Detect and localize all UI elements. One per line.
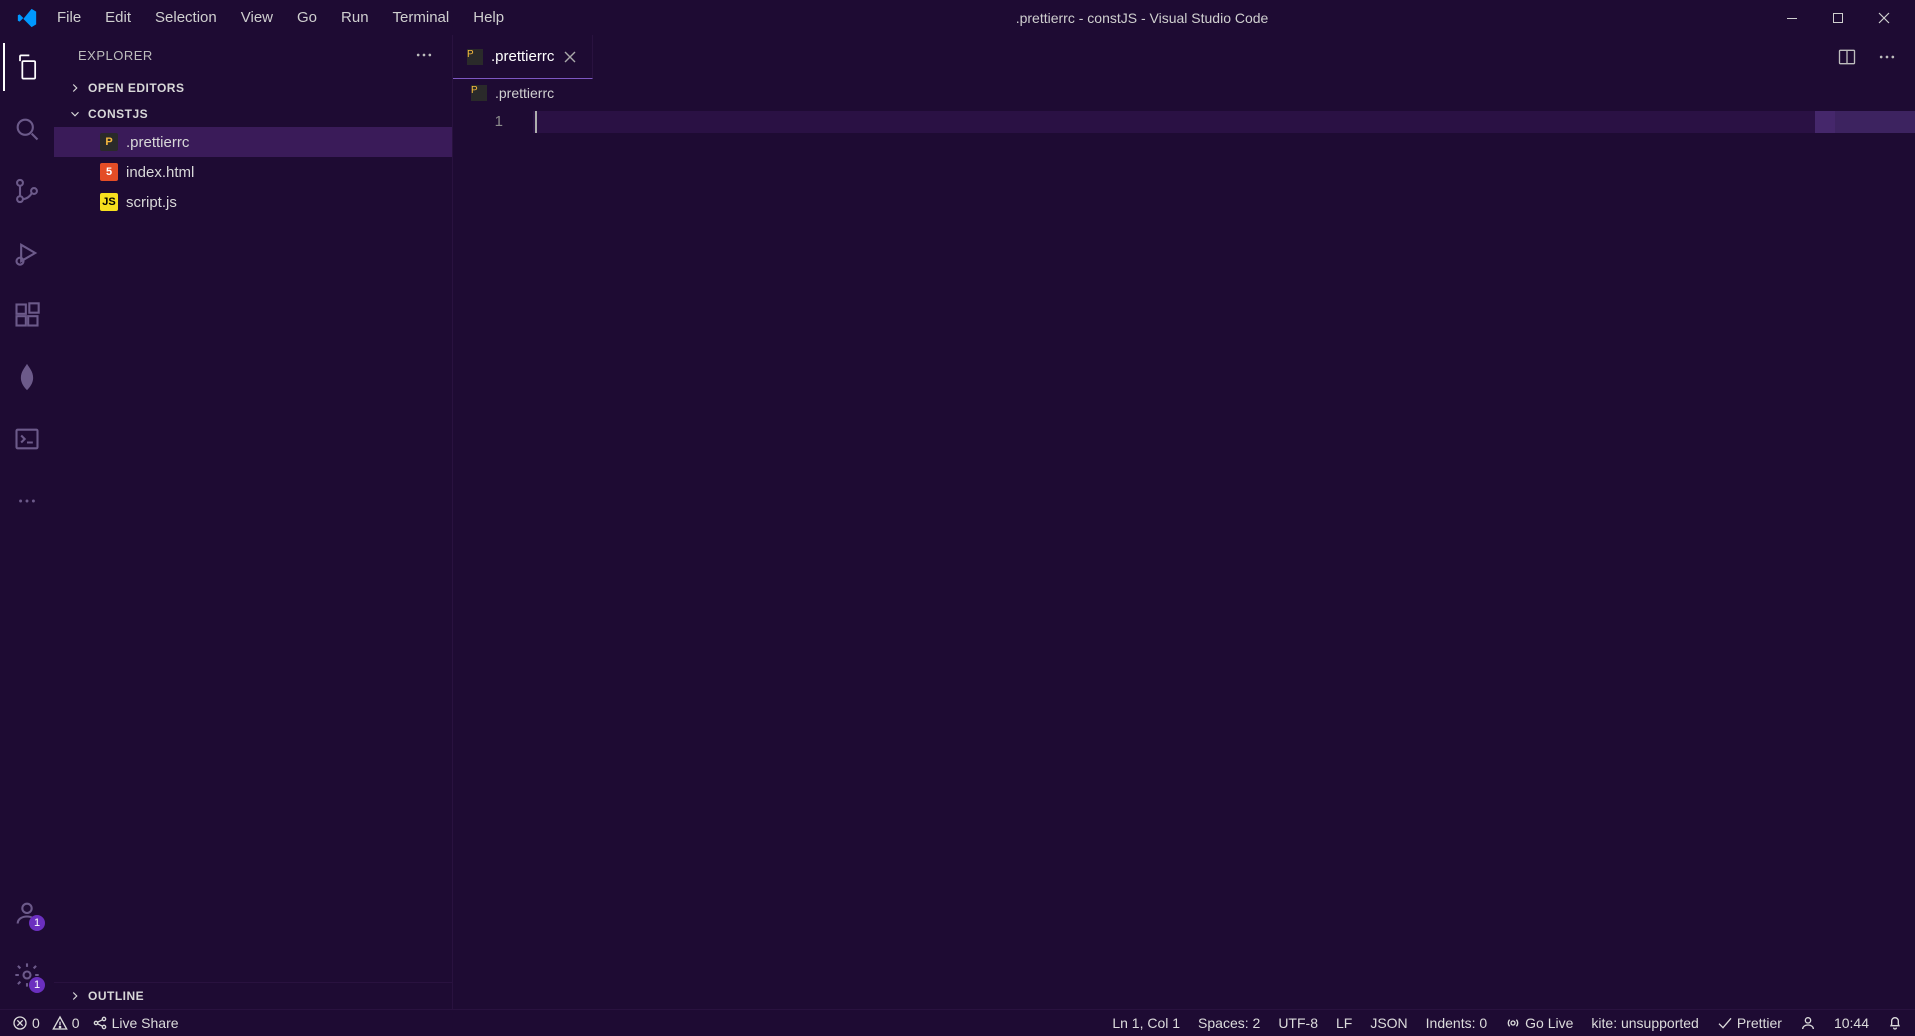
section-outline[interactable]: OUTLINE [54, 982, 452, 1009]
js-file-icon: JS [100, 193, 118, 211]
tab-label: .prettierrc [491, 48, 554, 65]
menubar: File Edit Selection View Go Run Terminal… [46, 0, 515, 35]
window-controls [1769, 2, 1907, 34]
activity-more[interactable] [3, 477, 51, 525]
tab-prettierrc[interactable]: P .prettierrc [453, 35, 593, 79]
menu-run[interactable]: Run [330, 5, 380, 30]
activity-terminal-ext[interactable] [3, 415, 51, 463]
breadcrumbs[interactable]: P .prettierrc [453, 79, 1915, 107]
menu-selection[interactable]: Selection [144, 5, 228, 30]
statusbar: 0 0 Live Share Ln 1, Col 1 Spaces: 2 UTF… [0, 1009, 1915, 1036]
chevron-down-icon [68, 107, 82, 121]
activity-source-control[interactable] [3, 167, 51, 215]
close-button[interactable] [1861, 2, 1907, 34]
status-kite[interactable]: kite: unsupported [1591, 1015, 1698, 1031]
status-go-live-label: Go Live [1525, 1015, 1573, 1031]
file-tree: P .prettierrc 5 index.html JS script.js [54, 127, 452, 982]
activity-mongodb[interactable] [3, 353, 51, 401]
prettier-file-icon: P [471, 85, 487, 101]
current-line-highlight [533, 111, 1835, 133]
accounts-badge: 1 [29, 915, 45, 931]
status-errors-count: 0 [32, 1015, 40, 1031]
chevron-right-icon [68, 989, 82, 1003]
activity-run-debug[interactable] [3, 229, 51, 277]
activity-settings[interactable]: 1 [3, 951, 51, 999]
activity-explorer[interactable] [3, 43, 51, 91]
activity-bar: 1 1 [0, 35, 54, 1009]
editor-body[interactable]: 1 [453, 107, 1915, 1009]
status-feedback[interactable] [1800, 1015, 1816, 1031]
activity-accounts[interactable]: 1 [3, 889, 51, 937]
prettier-file-icon: P [100, 133, 118, 151]
section-outline-label: OUTLINE [88, 989, 144, 1003]
section-folder-label: CONSTJS [88, 107, 148, 121]
breadcrumb-item: .prettierrc [495, 85, 554, 101]
sidebar-more-icon[interactable] [414, 45, 434, 65]
file-item-label: .prettierrc [126, 134, 189, 151]
status-prettier[interactable]: Prettier [1717, 1015, 1782, 1031]
status-warnings[interactable]: 0 [52, 1015, 80, 1031]
status-errors[interactable]: 0 [12, 1015, 40, 1031]
status-bell-icon[interactable] [1887, 1015, 1903, 1031]
split-editor-icon[interactable] [1833, 43, 1861, 71]
status-indentation[interactable]: Spaces: 2 [1198, 1015, 1260, 1031]
status-prettier-label: Prettier [1737, 1015, 1782, 1031]
window-title: .prettierrc - constJS - Visual Studio Co… [515, 10, 1769, 26]
status-indents[interactable]: Indents: 0 [1426, 1015, 1488, 1031]
status-warnings-count: 0 [72, 1015, 80, 1031]
status-encoding[interactable]: UTF-8 [1278, 1015, 1318, 1031]
menu-edit[interactable]: Edit [94, 5, 142, 30]
file-item-index-html[interactable]: 5 index.html [54, 157, 452, 187]
html-file-icon: 5 [100, 163, 118, 181]
file-item-script-js[interactable]: JS script.js [54, 187, 452, 217]
section-open-editors[interactable]: OPEN EDITORS [54, 75, 452, 101]
vscode-logo-icon [16, 7, 38, 29]
editor-tabs: P .prettierrc [453, 35, 1827, 79]
status-go-live[interactable]: Go Live [1505, 1015, 1573, 1031]
gutter: 1 [453, 107, 533, 1009]
titlebar: File Edit Selection View Go Run Terminal… [0, 0, 1915, 35]
editor-more-icon[interactable] [1873, 43, 1901, 71]
menu-terminal[interactable]: Terminal [382, 5, 461, 30]
sidebar: EXPLORER OPEN EDITORS CONSTJS P .prettie… [54, 35, 453, 1009]
text-cursor [535, 111, 537, 133]
status-live-share-label: Live Share [112, 1015, 179, 1031]
status-live-share[interactable]: Live Share [92, 1015, 179, 1031]
sidebar-title: EXPLORER [78, 48, 153, 63]
editor-area: P .prettierrc P .prettierrc 1 [453, 35, 1915, 1009]
chevron-right-icon [68, 81, 82, 95]
settings-badge: 1 [29, 977, 45, 993]
menu-help[interactable]: Help [462, 5, 515, 30]
file-item-label: script.js [126, 194, 177, 211]
line-number: 1 [453, 111, 533, 133]
minimize-button[interactable] [1769, 2, 1815, 34]
status-cursor-position[interactable]: Ln 1, Col 1 [1112, 1015, 1180, 1031]
status-language[interactable]: JSON [1370, 1015, 1407, 1031]
minimap-slider[interactable] [1815, 111, 1915, 133]
section-folder[interactable]: CONSTJS [54, 101, 452, 127]
prettier-file-icon: P [467, 49, 483, 65]
status-clock[interactable]: 10:44 [1834, 1015, 1869, 1031]
section-open-editors-label: OPEN EDITORS [88, 81, 184, 95]
file-item-prettierrc[interactable]: P .prettierrc [54, 127, 452, 157]
file-item-label: index.html [126, 164, 194, 181]
code-area[interactable] [533, 107, 1915, 1009]
menu-go[interactable]: Go [286, 5, 328, 30]
menu-file[interactable]: File [46, 5, 92, 30]
menu-view[interactable]: View [230, 5, 284, 30]
maximize-button[interactable] [1815, 2, 1861, 34]
close-tab-icon[interactable] [562, 49, 578, 65]
activity-extensions[interactable] [3, 291, 51, 339]
status-eol[interactable]: LF [1336, 1015, 1352, 1031]
activity-search[interactable] [3, 105, 51, 153]
